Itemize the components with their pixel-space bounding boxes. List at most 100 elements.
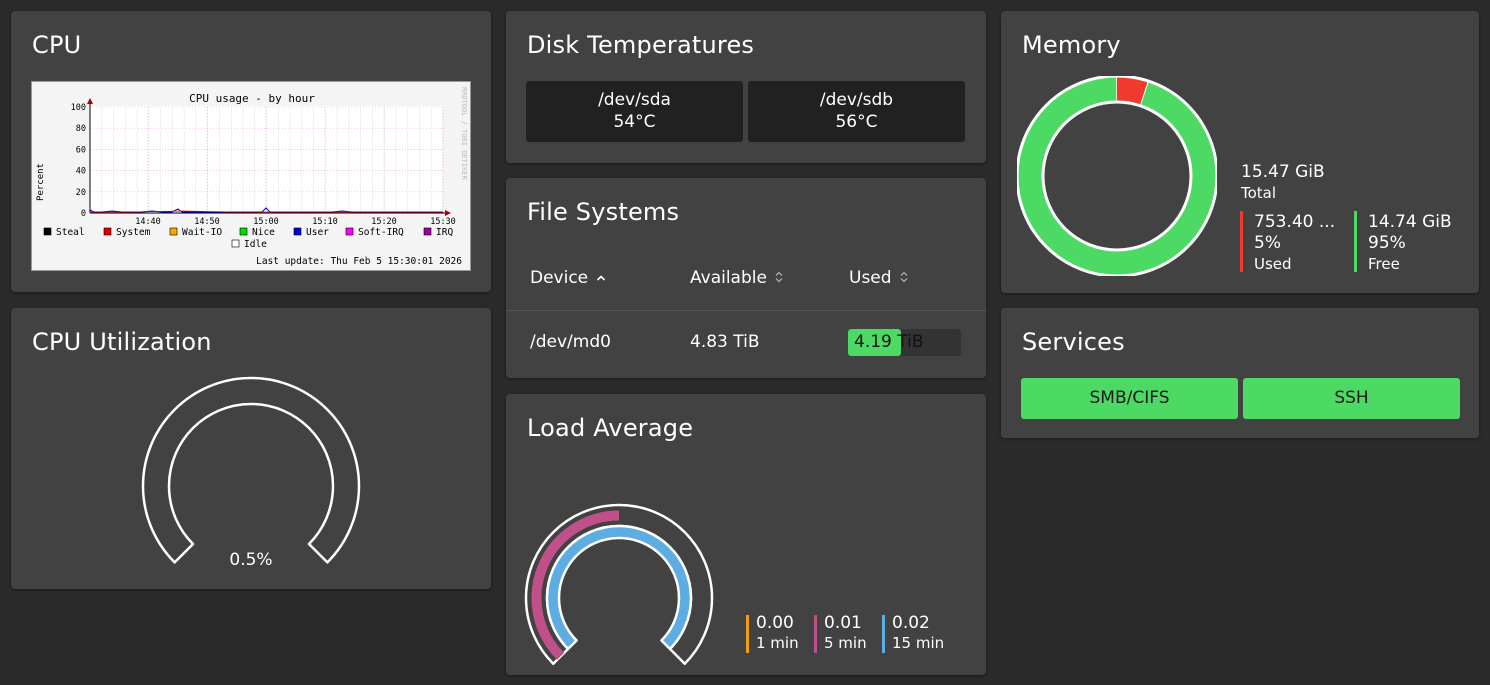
y-tick-label: 40 <box>76 167 86 177</box>
disk-temp-value: 54°C <box>613 112 656 132</box>
services-card: Services SMB/CIFS SSH <box>1001 308 1479 438</box>
graph-last-update: Last update: Thu Feb 5 15:30:01 2026 <box>256 256 462 267</box>
memory-card: Memory 15.47 GiB Total 753.40 ... 5% Use… <box>1001 11 1479 293</box>
table-header-divider <box>506 310 986 311</box>
memory-donut-chart <box>1017 76 1217 276</box>
legend-label: User <box>306 227 329 238</box>
x-tick-label: 15:20 <box>371 217 397 227</box>
file-systems-card: File Systems Device Available Used /dev/… <box>506 178 986 378</box>
gauge-outline <box>141 376 361 564</box>
gauge-arc-15min <box>548 527 690 649</box>
legend-label: Steal <box>56 227 85 238</box>
column-header-label: Available <box>690 268 767 288</box>
legend-swatch <box>239 227 248 236</box>
cpu-graph-svg: CPU usage - by hour Percent RRDTOOL / TO… <box>36 87 468 267</box>
memory-free-value: 14.74 GiB <box>1368 212 1452 232</box>
free-legend-bar <box>1354 211 1357 272</box>
card-title: Disk Temperatures <box>527 31 755 59</box>
donut-free-segment <box>1018 77 1216 275</box>
disk-temp-sda: /dev/sda 54°C <box>526 81 743 142</box>
load-label: 1 min <box>756 634 799 652</box>
y-axis-arrow-icon <box>87 98 93 104</box>
card-title: Memory <box>1022 31 1121 59</box>
memory-used-percent: 5% <box>1254 233 1281 253</box>
cpu-usage-graph: CPU usage - by hour Percent RRDTOOL / TO… <box>31 81 471 271</box>
chevron-up-icon <box>596 275 605 281</box>
disk-temperatures-card: Disk Temperatures /dev/sda 54°C /dev/sdb… <box>506 11 986 163</box>
disk-device-label: /dev/sda <box>598 90 671 110</box>
service-smb-button[interactable]: SMB/CIFS <box>1021 378 1238 419</box>
y-tick-label: 20 <box>76 188 86 198</box>
load-value: 0.02 <box>892 613 930 633</box>
x-tick-label: 14:40 <box>135 217 161 227</box>
graph-legend: Steal System Wait-IO Nice User Soft-IRQ IRQ Idl… <box>43 227 453 250</box>
load-label: 15 min <box>892 634 945 652</box>
card-title: Services <box>1022 328 1125 356</box>
legend-color-bar <box>746 615 749 653</box>
graph-side-label: RRDTOOL / TOBI OETIKER <box>460 87 468 181</box>
cell-device: /dev/md0 <box>530 332 611 352</box>
card-title: CPU <box>32 31 82 59</box>
gauge-value: 0.5% <box>229 550 272 570</box>
y-tick-label: 100 <box>71 103 86 113</box>
disk-temp-value: 56°C <box>835 112 878 132</box>
column-header-label: Used <box>849 268 892 288</box>
load-legend-1min: 0.00 1 min <box>746 613 799 655</box>
load-legend-5min: 0.01 5 min <box>814 613 867 655</box>
graph-x-ticks: 14:40 14:50 15:00 15:10 15:20 15:30 <box>135 217 456 227</box>
column-header-label: Device <box>530 268 589 288</box>
memory-free-percent: 95% <box>1368 233 1406 253</box>
column-header-available[interactable]: Available <box>690 268 784 288</box>
graph-title: CPU usage - by hour <box>189 92 315 105</box>
memory-used-label: Used <box>1254 255 1292 273</box>
legend-swatch <box>169 227 178 236</box>
y-tick-label: 0 <box>81 209 86 219</box>
load-average-card: Load Average 0.00 1 min 0.01 5 min 0.02 … <box>506 394 986 675</box>
legend-swatch <box>103 227 112 236</box>
load-legend-15min: 0.02 15 min <box>882 613 944 655</box>
legend-label: IRQ <box>436 227 453 238</box>
cell-available: 4.83 TiB <box>690 332 760 352</box>
legend-label: Nice <box>252 227 275 238</box>
x-axis-arrow-icon <box>445 210 451 216</box>
column-header-device[interactable]: Device <box>530 268 606 288</box>
gauge-outline-inner <box>545 524 693 651</box>
used-progress-bar: 4.19 TiB <box>848 329 961 356</box>
column-header-used[interactable]: Used <box>849 268 909 288</box>
legend-swatch <box>423 227 432 236</box>
legend-label: Idle <box>244 239 267 250</box>
legend-label: Wait-IO <box>182 227 222 238</box>
legend-color-bar <box>882 615 885 653</box>
x-tick-label: 14:50 <box>194 217 220 227</box>
legend-color-bar <box>814 615 817 653</box>
legend-swatch <box>43 227 52 236</box>
legend-swatch <box>345 227 354 236</box>
x-tick-label: 15:10 <box>312 217 338 227</box>
graph-y-ticks: 100 80 60 40 20 0 <box>71 103 86 219</box>
card-title: File Systems <box>527 198 680 226</box>
memory-free-label: Free <box>1368 255 1400 273</box>
legend-label: Soft-IRQ <box>358 227 404 238</box>
memory-total-label: Total <box>1241 184 1277 202</box>
x-tick-label: 15:00 <box>253 217 279 227</box>
graph-ylabel: Percent <box>36 163 46 201</box>
legend-swatch <box>293 227 302 236</box>
sort-icon <box>775 271 783 283</box>
y-tick-label: 80 <box>76 124 86 134</box>
cpu-card: CPU CPU usage - by hour Percent RRDTOOL … <box>11 11 491 292</box>
sort-icon <box>900 271 908 283</box>
load-value: 0.01 <box>824 613 862 633</box>
load-label: 5 min <box>824 634 867 652</box>
memory-total-value: 15.47 GiB <box>1241 162 1325 182</box>
cpu-utilization-gauge: 0.5% <box>141 376 361 570</box>
used-legend-bar <box>1240 211 1243 272</box>
legend-label: System <box>116 227 151 238</box>
disk-device-label: /dev/sdb <box>819 90 894 110</box>
memory-used-value: 753.40 ... <box>1254 212 1336 232</box>
cpu-utilization-card: CPU Utilization 0.5% <box>11 308 491 589</box>
cell-used: 4.19 TiB <box>854 332 924 352</box>
y-tick-label: 60 <box>76 145 86 155</box>
legend-swatch <box>231 239 240 248</box>
x-tick-label: 15:30 <box>430 217 456 227</box>
service-ssh-button[interactable]: SSH <box>1243 378 1460 419</box>
